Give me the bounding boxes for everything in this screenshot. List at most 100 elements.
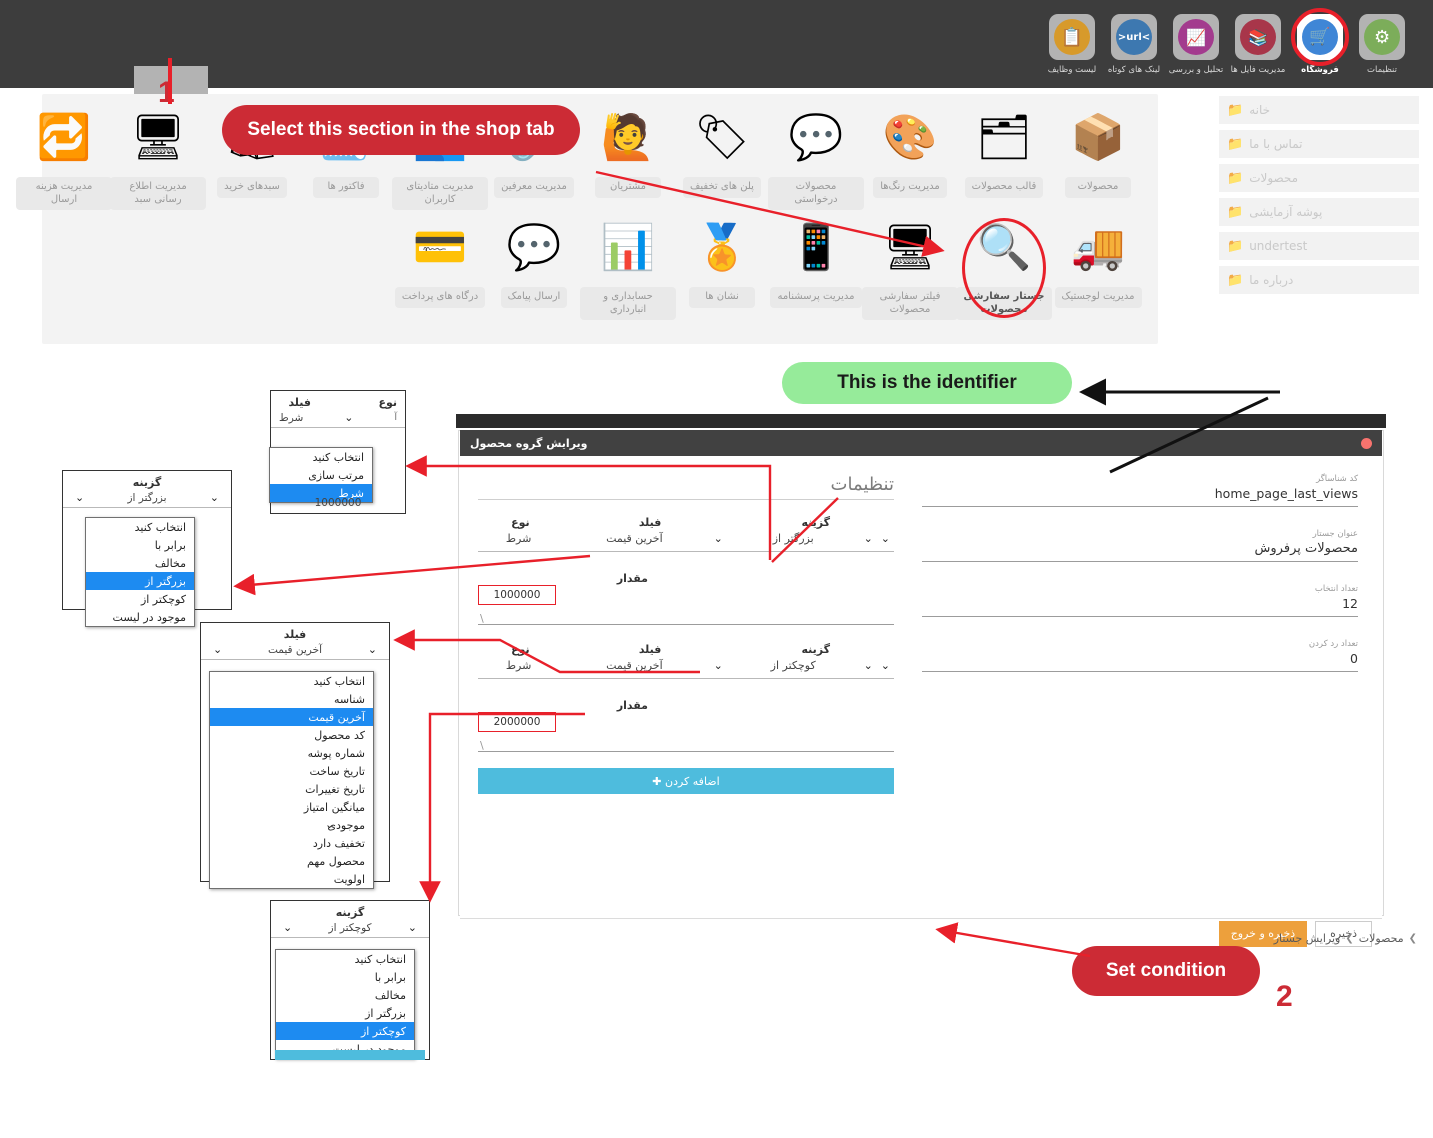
dropdown-option-selected[interactable]: آخرین قیمت [210,708,373,726]
query-title-value[interactable]: محصولات پرفروش [922,539,1358,562]
shop-icon-1[interactable]: 📦 محصولات [1050,102,1146,198]
folder-item-home[interactable]: خانه 📁 [1219,96,1419,124]
shop-icon-2-selected[interactable]: 🔍 جستار سفارشی محصولات [956,212,1052,320]
task-list-icon[interactable]: 📋 [1049,14,1095,60]
callout-type-value: شرط [279,411,304,424]
dropdown-option[interactable]: برابر با [276,968,414,986]
dropdown-option[interactable]: انتخاب کنید [270,448,372,466]
shop-icon-3[interactable]: 🖥 فیلتر سفارشی محصولات [862,212,958,320]
callout-type-select[interactable]: آ ⌄ شرط [271,410,405,428]
shop-icon-5[interactable]: 🏅 نشان ها [674,212,770,308]
dropdown-option[interactable]: محصول مهم [210,852,373,870]
field-skip-count: تعداد رد کردن 0 [922,639,1358,672]
callout-option-list-top[interactable]: انتخاب کنید برابر با مخالف بزرگتر از کوچ… [85,517,195,627]
folder-item-products[interactable]: محصولات 📁 [1219,164,1419,192]
dropdown-option-selected[interactable]: بزرگتر از [86,572,194,590]
callout-option-list-bottom[interactable]: انتخاب کنید برابر با مخالف بزرگتر از کوچ… [275,949,415,1059]
dropdown-option[interactable]: تاریخ تغییرات [210,780,373,798]
dropdown-option[interactable]: مخالف [86,554,194,572]
condition-2-field-select[interactable]: ⌄ آخرین قیمت [559,659,727,672]
condition-1-field-select[interactable]: ⌄ آخرین قیمت [559,532,727,545]
callout-option-select-bottom[interactable]: ⌄ کوچکتر از ⌄ [271,920,429,938]
toolbar-item-task-list[interactable]: 📋 لیست وظایف [1046,14,1098,75]
condition-2-option-select[interactable]: ⌄ کوچکتر از [727,659,877,672]
shop-icon-4[interactable]: 📱 مدیریت پرسشنامه [768,212,864,308]
dropdown-option[interactable]: کد محصول [210,726,373,744]
toolbar-item-settings[interactable]: ⚙ تنظیمات [1356,14,1408,75]
dropdown-option[interactable]: موجود در لیست [86,608,194,626]
short-links-icon[interactable]: >url< [1111,14,1157,60]
dropdown-option[interactable]: مخالف [276,986,414,1004]
condition-1-option-select[interactable]: ⌄ بزرگتر از [727,532,877,545]
callout-field-option-list[interactable]: انتخاب کنید شناسه آخرین قیمت کد محصول شم… [209,671,374,889]
dropdown-option[interactable]: مرتب سازی [270,466,372,484]
breadcrumb-item-edit-query[interactable]: ویرایش جستار [1274,932,1341,945]
shop-icon-label: مدیریت اطلاع رسانی سبد [110,177,206,210]
shop-icon-glyph: 🚚 [1070,222,1126,273]
shop-icon-6[interactable]: 🙋 مشتریان [580,102,676,198]
folder-icon: 📁 [1227,238,1244,254]
dropdown-option[interactable]: برابر با [86,536,194,554]
toolbar-item-analytics[interactable]: 📈 تحلیل و بررسی [1168,14,1224,75]
dropdown-option[interactable]: بزرگتر از [276,1004,414,1022]
dropdown-option[interactable]: موجودی [210,816,373,834]
callout-step2-banner: Set condition [1072,946,1260,996]
chevron-down-icon[interactable]: ⌄ [877,532,894,545]
shop-icon-glyph: 🏷 [694,112,750,163]
file-manager-icon[interactable]: 📚 [1235,14,1281,60]
identifier-code-value[interactable]: home_page_last_views [922,484,1358,507]
folder-item-test-folder[interactable]: پوشه آزمایشی 📁 [1219,198,1419,226]
gear-icon[interactable]: ⚙ [1359,14,1405,60]
condition-1-value-input[interactable]: 1000000 [478,585,556,605]
toolbar-label: تحلیل و بررسی [1168,65,1224,75]
add-condition-button[interactable]: اضافه کردن ✚ [478,768,894,794]
shop-icon-1[interactable]: 🚚 مدیریت لوجستیک [1050,212,1146,308]
toolbar-item-short-links[interactable]: >url< لینک های کوتاه [1108,14,1160,75]
skip-count-value[interactable]: 0 [922,649,1358,672]
dropdown-option[interactable]: کوچکتر از [86,590,194,608]
folder-item-about[interactable]: درباره ما 📁 [1219,266,1419,294]
shop-icon-7[interactable]: 💬 ارسال پیامک [486,212,582,308]
dropdown-option[interactable]: اولویت [210,870,373,888]
dropdown-option[interactable]: انتخاب کنید [86,518,194,536]
shop-icon-12[interactable]: 🔁 مدیریت هزینه ارسال [16,102,112,210]
condition-2-value-input[interactable]: 2000000 [478,712,556,732]
callout-peek-text: آ [394,412,397,423]
callout-field-select[interactable]: ⌄ آخرین قیمت ⌄ [201,642,389,660]
header-value: مقدار [616,699,648,712]
dropdown-option[interactable]: شناسه [210,690,373,708]
shop-icon-glyph: 🔍 [976,222,1032,273]
shop-icon-2[interactable]: 🗂 قالب محصولات [956,102,1052,198]
shop-icon-3[interactable]: 🎨 مدیریت رنگ‌ها [862,102,958,198]
dropdown-option[interactable]: تاریخ ساخت [210,762,373,780]
shop-icon-glyph: 🖥 [130,112,186,163]
chevron-down-icon[interactable]: ⌄ [877,659,894,672]
shop-icon-11[interactable]: 🖥 مدیریت اطلاع رسانی سبد [110,102,206,210]
breadcrumb-item-products[interactable]: محصولات [1359,932,1404,945]
dropdown-option[interactable]: تخفیف دارد [210,834,373,852]
dropdown-option-selected[interactable]: کوچکتر از [276,1022,414,1040]
shop-icon-5[interactable]: 🏷 پلن های تخفیف [674,102,770,198]
shop-icon-8[interactable]: 💳 درگاه های پرداخت [392,212,488,308]
breadcrumb: ❯ محصولات ❯ ویرایش جستار [1274,932,1417,945]
shop-icon-6[interactable]: 📊 حسابداری و انبارداری [580,212,676,320]
close-icon[interactable] [1361,437,1372,449]
analytics-icon[interactable]: 📈 [1173,14,1219,60]
callout-option-select[interactable]: ⌄ بزرگتر از ⌄ [63,490,231,508]
shop-cart-icon[interactable]: 🛒 [1291,8,1349,66]
condition-1-type-select[interactable]: شرط [478,532,559,545]
chevron-down-icon: ⌄ [344,411,354,424]
dropdown-option[interactable]: انتخاب کنید [276,950,414,968]
toolbar-item-shop[interactable]: 🛒 فروشگاه [1291,8,1349,75]
shop-icon-4[interactable]: 💬 محصولات درخواستی [768,102,864,210]
dropdown-option[interactable]: شماره پوشه [210,744,373,762]
folder-item-contact[interactable]: تماس با ما 📁 [1219,130,1419,158]
dropdown-option[interactable]: انتخاب کنید [210,672,373,690]
folder-item-undertest[interactable]: undertest 📁 [1219,232,1419,260]
toolbar-item-file-manager[interactable]: 📚 مدیریت فایل ها [1231,14,1285,75]
condition-2-type-select[interactable]: شرط [478,659,559,672]
header-type: نوع [511,516,530,529]
dropdown-option[interactable]: میانگین امتیاز [210,798,373,816]
top-toolbar: 📋 لیست وظایف >url< لینک های کوتاه 📈 تحلی… [0,0,1433,88]
select-count-value[interactable]: 12 [922,594,1358,617]
